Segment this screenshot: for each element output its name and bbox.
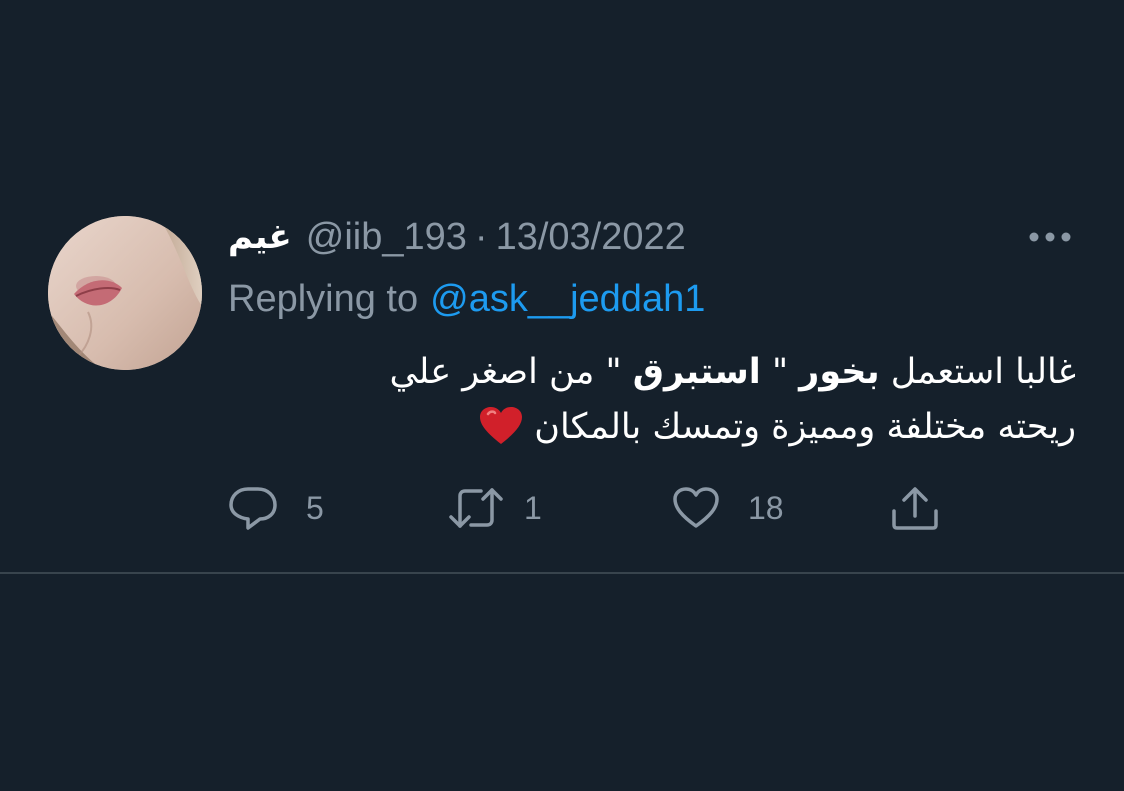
text-segment: ريحته مختلفة ومميزة وتمسك بالمكان: [534, 407, 1076, 447]
tweet-text-line-2: ريحته مختلفة ومميزة وتمسك بالمكان: [228, 400, 1076, 463]
retweet-button[interactable]: 1: [448, 482, 542, 534]
share-button[interactable]: [890, 482, 940, 534]
like-count: 18: [748, 489, 784, 526]
reply-count: 5: [306, 489, 324, 526]
tweet-text: غالبا استعمل بخور " استبرق " من اصغر علي…: [228, 345, 1076, 463]
share-icon: [892, 487, 938, 530]
retweet-count: 1: [524, 489, 542, 526]
like-icon: [673, 487, 719, 528]
tweet-text-line-1: غالبا استعمل بخور " استبرق " من اصغر علي: [228, 345, 1076, 400]
text-bold-segment: استبرق: [632, 352, 761, 392]
reply-button[interactable]: 5: [228, 482, 324, 534]
text-segment: ": [760, 352, 800, 392]
text-bold-segment: بخور: [799, 352, 880, 392]
like-button[interactable]: 18: [672, 482, 784, 534]
header-separator: ·: [474, 215, 488, 258]
tweet-divider: [0, 572, 1124, 574]
replying-to-label: Replying to: [228, 277, 419, 320]
text-segment: غالبا استعمل: [879, 352, 1076, 392]
more-button[interactable]: [1022, 222, 1078, 252]
red-heart-emoji-icon: [479, 406, 523, 463]
avatar-image: [48, 216, 202, 370]
avatar[interactable]: [48, 216, 202, 370]
author-handle[interactable]: @iib_193: [306, 216, 467, 259]
retweet-icon: [449, 488, 503, 528]
tweet-actions: 5 1 18: [228, 482, 948, 534]
more-icon: [1029, 232, 1071, 242]
tweet-date[interactable]: 13/03/2022: [496, 216, 686, 259]
replying-to: Replying to @ask__jeddah1: [228, 276, 705, 322]
reply-icon: [229, 487, 277, 530]
text-segment: " من اصغر علي: [389, 352, 633, 392]
author-display-name[interactable]: غيم: [228, 217, 292, 257]
tweet[interactable]: غيم @iib_193 · 13/03/2022 Replying to @a…: [0, 0, 1124, 574]
replying-to-mention[interactable]: @ask__jeddah1: [430, 278, 705, 321]
tweet-header: غيم @iib_193 · 13/03/2022: [228, 212, 686, 262]
